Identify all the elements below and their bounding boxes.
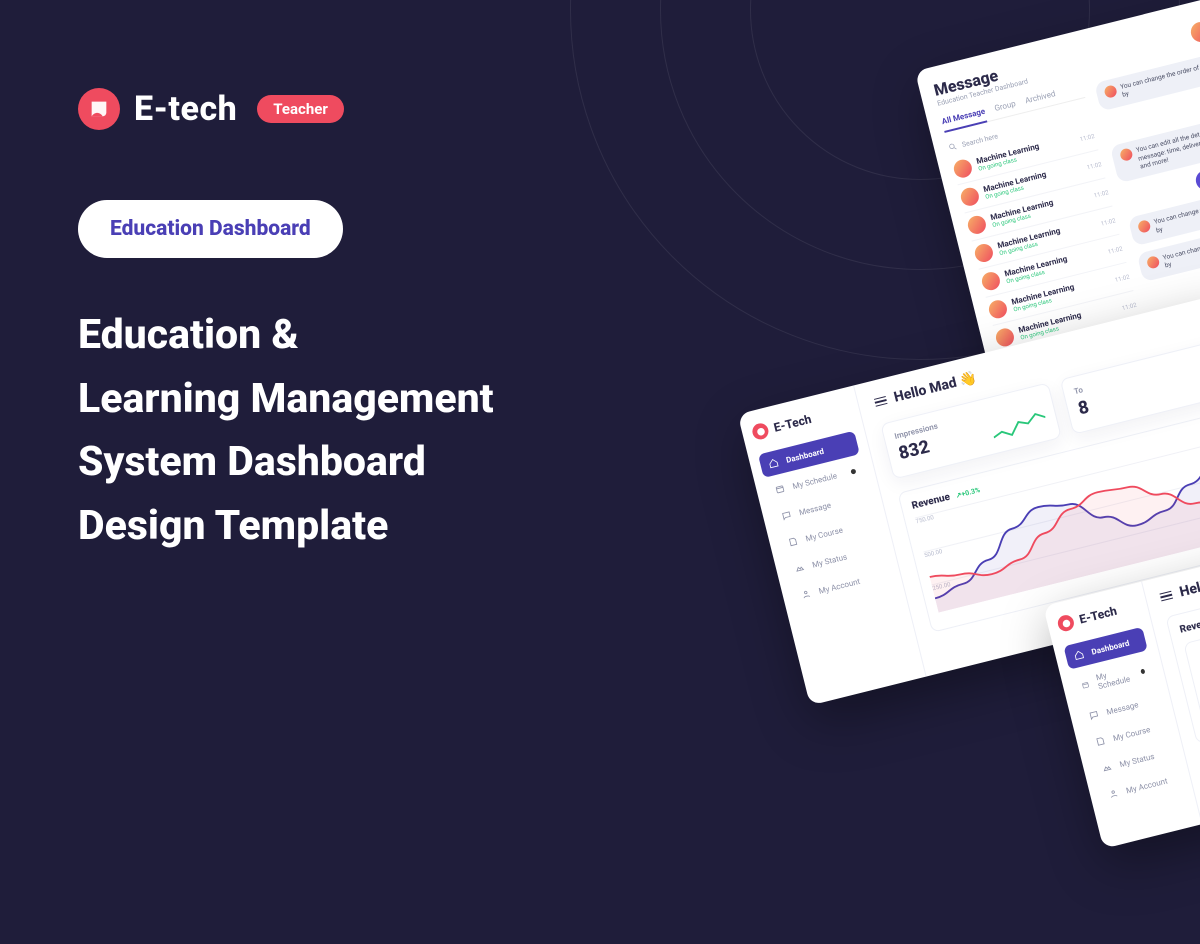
brand-badge: Teacher	[257, 95, 344, 123]
list-item-time: 11:02	[1121, 301, 1137, 311]
wave-icon: 👋	[958, 370, 979, 390]
brand-name: E-tech	[134, 89, 237, 129]
avatar-icon	[1137, 219, 1152, 234]
sidebar-brand-name: E-Tech	[1078, 604, 1119, 627]
sidebar-icon	[794, 562, 806, 574]
list-item-time: 11:02	[1107, 245, 1123, 255]
list-item-time: 11:02	[1100, 217, 1116, 227]
menu-icon[interactable]	[1159, 590, 1173, 601]
revenue-title: Revenue	[1179, 616, 1200, 636]
headline-line: Education &	[78, 304, 494, 368]
sidebar-icon	[767, 457, 779, 469]
chat-bubble-incoming: You can edit all the details of a messag…	[1109, 111, 1200, 183]
list-item-time: 11:02	[1114, 273, 1130, 283]
sidebar-icon	[774, 483, 786, 495]
revenue-title: Revenue	[911, 492, 951, 512]
chat-bubble-incoming: You can change the order of messages by	[1127, 183, 1200, 247]
sidebar-item-label: My Account	[1125, 776, 1168, 795]
sidebar-item-label: My Schedule	[792, 471, 838, 491]
headline-line: Learning Management	[78, 368, 494, 432]
sidebar-brand-name: E-Tech	[772, 412, 813, 435]
sidebar-icon	[1107, 788, 1119, 800]
notification-dot-icon	[1140, 668, 1145, 674]
sidebar-icon	[1094, 735, 1106, 747]
revenue-delta: ↗+0.3%	[955, 486, 981, 500]
sidebar-icon	[787, 536, 799, 548]
avatar-icon	[966, 214, 988, 236]
avatar-icon	[1103, 84, 1118, 99]
menu-icon[interactable]	[874, 396, 888, 407]
notification-dot-icon	[850, 468, 856, 474]
sidebar-item-label: Dashboard	[1090, 638, 1130, 656]
avatar-icon	[973, 242, 995, 264]
sidebar-item-label: Message	[798, 500, 832, 517]
tab-archived[interactable]: Archived	[1024, 89, 1056, 105]
category-pill: Education Dashboard	[78, 200, 343, 258]
brand-row: E-tech Teacher	[78, 88, 494, 130]
sidebar-icon	[1101, 761, 1113, 773]
brand-logo-icon	[78, 88, 120, 130]
sidebar-brand: E-Tech	[1056, 598, 1138, 633]
greeting: Hello Mad 👋	[892, 370, 978, 406]
avatar-icon	[1189, 20, 1200, 44]
sidebar-icon	[780, 509, 792, 521]
avatar-icon	[952, 158, 974, 180]
sidebar-item-label: Dashboard	[785, 446, 825, 464]
headline-line: System Dashboard	[78, 431, 494, 495]
current-user[interactable]: Emma Dall	[1189, 8, 1200, 44]
sidebar-icon	[1088, 709, 1100, 721]
tab-group[interactable]: Group	[994, 99, 1017, 113]
list-item-time: 11:02	[1093, 189, 1109, 199]
brand-logo-icon	[1056, 613, 1075, 632]
sidebar-item-label: My Status	[811, 552, 848, 569]
search-icon	[947, 141, 958, 152]
avatar-icon	[959, 186, 981, 208]
sidebar-item-label: My Status	[1119, 751, 1156, 768]
hero-headline: Education & Learning Management System D…	[78, 304, 494, 558]
revenue-bar-chart	[1183, 579, 1200, 731]
sidebar-icon	[800, 588, 812, 600]
avatar-icon	[1119, 148, 1134, 163]
list-item-time: 11:02	[1086, 161, 1102, 171]
avatar-icon	[987, 298, 1009, 320]
brand-logo-icon	[751, 422, 770, 441]
sidebar-item-label: My Account	[818, 576, 861, 595]
sidebar-item-label: My Course	[1112, 725, 1151, 743]
headline-line: Design Template	[78, 495, 494, 559]
list-item-time: 11:02	[1079, 132, 1095, 142]
sidebar-item-label: My Course	[805, 525, 844, 543]
sidebar-icon	[1073, 649, 1085, 661]
sidebar-icon	[1080, 679, 1090, 691]
sidebar-item-label: My Schedule	[1095, 665, 1135, 691]
sidebar-item-label: Message	[1105, 700, 1139, 717]
avatar-icon	[1145, 255, 1160, 270]
avatar-icon	[980, 270, 1002, 292]
